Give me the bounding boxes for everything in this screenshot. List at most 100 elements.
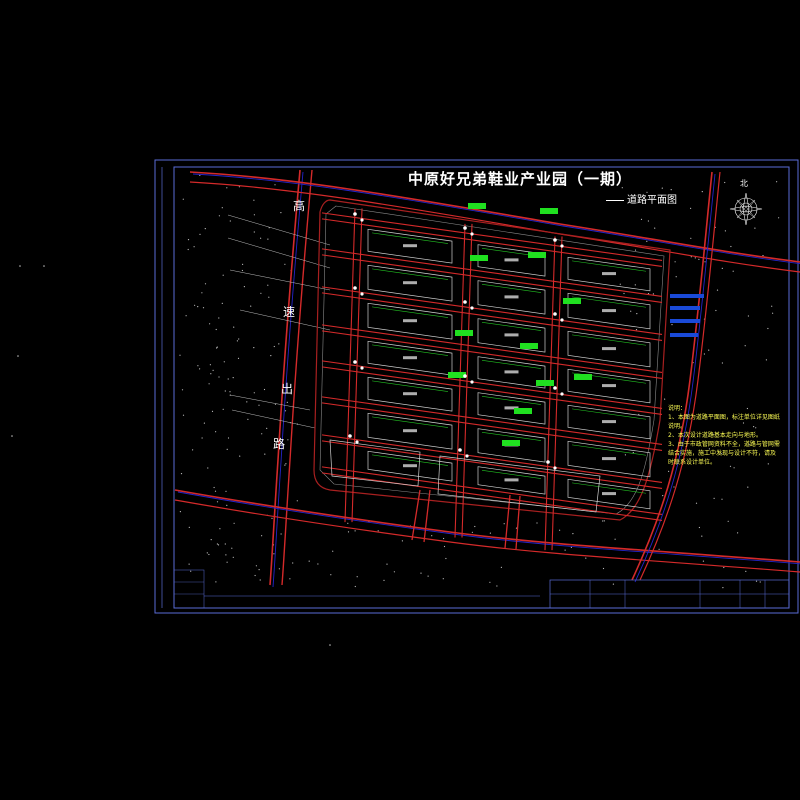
- survey-point: [253, 199, 255, 201]
- plot-label-mark: [504, 258, 519, 262]
- survey-point: [224, 390, 226, 392]
- survey-point: [218, 215, 220, 217]
- survey-point: [694, 257, 696, 259]
- internal-road: [321, 292, 663, 342]
- survey-point: [713, 497, 715, 499]
- title-block: [173, 569, 790, 609]
- survey-point: [640, 218, 643, 220]
- survey-point: [658, 548, 660, 550]
- survey-point: [690, 237, 692, 239]
- survey-point: [222, 408, 224, 410]
- survey-point: [236, 340, 238, 342]
- survey-point: [702, 560, 705, 562]
- right-road-center: [634, 173, 716, 583]
- intersection-node: [465, 454, 469, 458]
- survey-point: [232, 377, 234, 379]
- entrance-road: [423, 489, 431, 543]
- survey-point: [207, 467, 209, 469]
- survey-point: [215, 581, 217, 583]
- survey-point: [280, 533, 282, 535]
- survey-point: [233, 522, 235, 524]
- plot-label-mark: [403, 392, 417, 396]
- survey-point: [227, 378, 229, 380]
- survey-point: [614, 538, 616, 540]
- green-tag: [468, 203, 486, 209]
- survey-point: [261, 535, 263, 537]
- survey-point: [634, 249, 637, 251]
- survey-point: [776, 181, 778, 183]
- plot-label-mark: [403, 244, 417, 248]
- survey-point: [203, 422, 205, 424]
- survey-point: [431, 535, 433, 537]
- survey-point: [231, 547, 233, 549]
- survey-point: [192, 449, 194, 451]
- survey-point: [226, 187, 228, 189]
- survey-point: [737, 532, 739, 534]
- survey-point: [206, 552, 208, 554]
- north-label: 北: [740, 179, 748, 188]
- compass-rose-icon: [729, 192, 763, 226]
- survey-point: [772, 312, 774, 314]
- survey-point: [698, 258, 700, 260]
- intersection-node: [470, 232, 474, 236]
- survey-point: [420, 572, 422, 574]
- site-line: [229, 269, 331, 291]
- survey-point: [232, 556, 234, 558]
- survey-point: [11, 435, 13, 437]
- survey-point: [690, 207, 692, 209]
- survey-point: [190, 570, 192, 572]
- survey-point: [180, 473, 183, 475]
- survey-point: [258, 404, 260, 406]
- survey-point: [225, 554, 227, 556]
- survey-point: [474, 525, 476, 528]
- intersection-node: [463, 226, 467, 230]
- survey-point: [564, 549, 566, 551]
- survey-point: [202, 307, 205, 309]
- survey-point: [585, 557, 587, 559]
- survey-point: [308, 560, 310, 562]
- green-tag: [455, 330, 473, 336]
- survey-point: [273, 345, 275, 348]
- note-item: 3、由于市政管网资料不全，道路与管网需结合实施，施工中发现与设计不符，请及时联系…: [668, 441, 780, 466]
- plot-label-mark: [504, 295, 519, 299]
- plot-label-mark: [602, 347, 616, 351]
- survey-point: [671, 324, 673, 326]
- green-tag: [448, 372, 466, 378]
- survey-point: [254, 574, 256, 577]
- survey-point: [572, 533, 574, 535]
- survey-points: [11, 174, 780, 646]
- survey-point: [260, 237, 262, 239]
- intersection-node: [458, 448, 462, 452]
- road-network: [174, 169, 800, 588]
- notes-heading: 说明：: [668, 405, 687, 412]
- survey-point: [19, 265, 21, 267]
- survey-point: [674, 261, 676, 263]
- plot-label-mark: [504, 333, 519, 337]
- survey-point: [216, 501, 219, 503]
- survey-point: [208, 553, 210, 556]
- survey-point: [647, 220, 650, 222]
- survey-point: [278, 343, 280, 345]
- survey-point: [188, 563, 190, 565]
- survey-point: [393, 571, 395, 573]
- survey-point: [287, 439, 289, 441]
- survey-point: [224, 543, 226, 545]
- survey-point: [209, 323, 211, 325]
- survey-point: [765, 359, 768, 361]
- survey-point: [225, 490, 227, 492]
- survey-point: [201, 437, 203, 439]
- survey-point: [721, 498, 723, 500]
- intersection-node: [355, 440, 359, 444]
- survey-point: [246, 401, 248, 403]
- survey-point: [237, 357, 240, 359]
- survey-point: [253, 392, 255, 394]
- survey-point: [733, 467, 735, 469]
- survey-point: [354, 530, 356, 532]
- plot-label-mark: [602, 420, 616, 424]
- survey-point: [619, 283, 621, 285]
- survey-point: [260, 292, 262, 294]
- note-item: 2、本次设计道路基本走向与地形。: [668, 432, 762, 439]
- green-tag: [540, 208, 558, 214]
- survey-point: [329, 644, 331, 646]
- survey-point: [536, 522, 538, 524]
